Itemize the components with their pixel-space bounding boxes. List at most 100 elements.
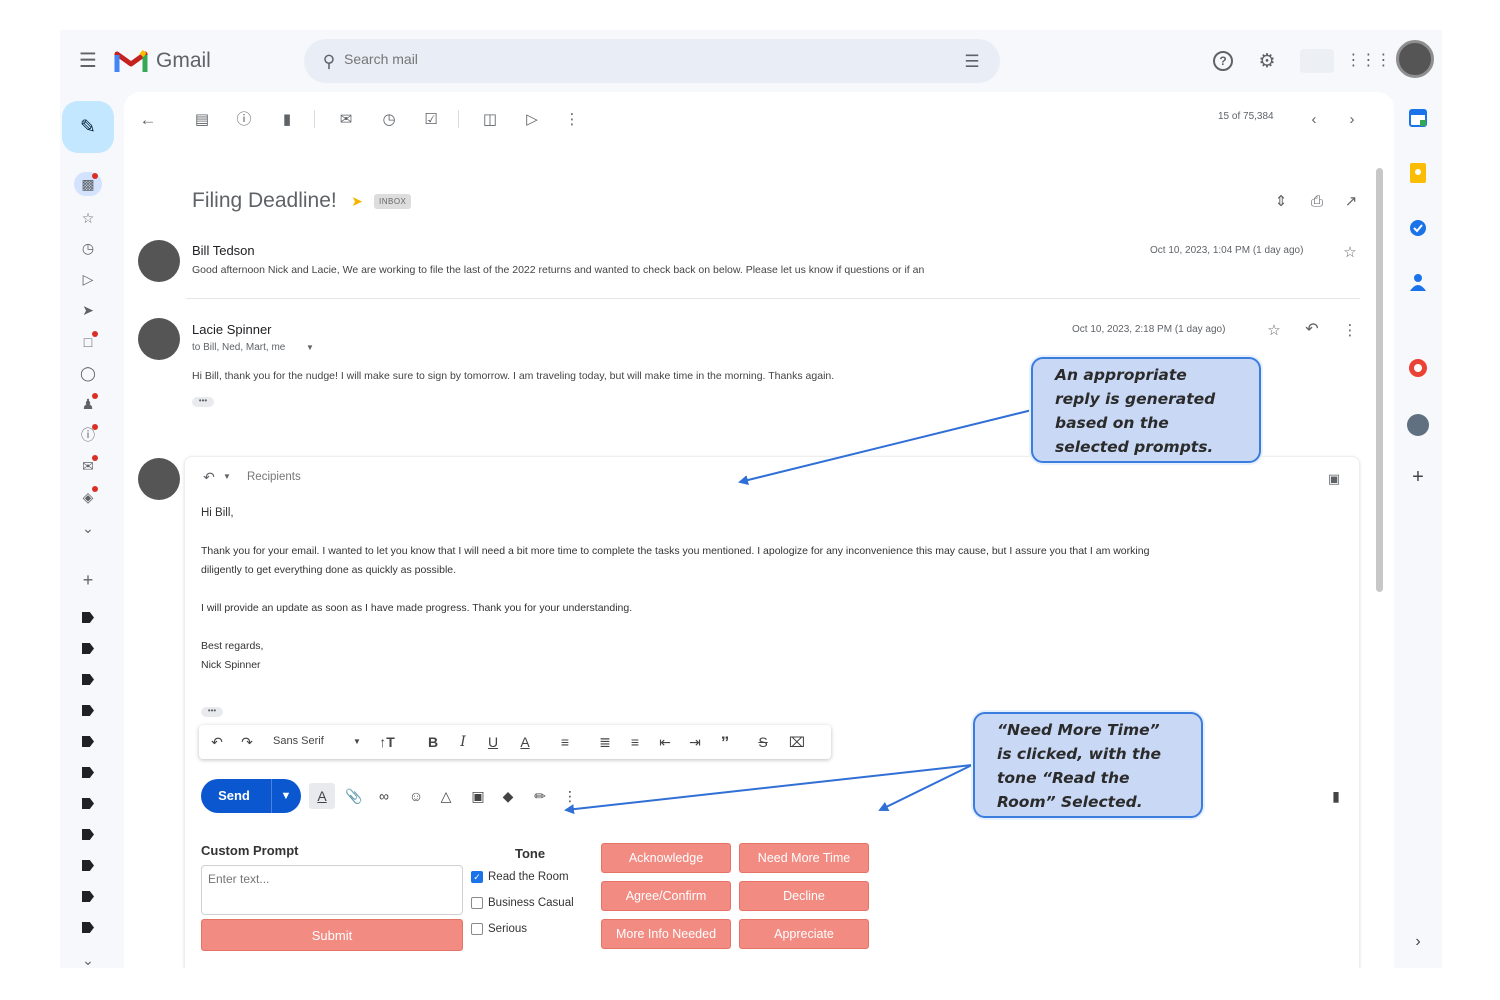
label-tag-icon[interactable]	[82, 612, 94, 623]
gear-icon[interactable]: ⚙	[1253, 47, 1281, 75]
search-icon[interactable]: ⚲	[316, 48, 342, 74]
send-button[interactable]: Send ▼	[201, 779, 301, 813]
add-label-icon[interactable]: +	[74, 568, 102, 592]
back-arrow-icon[interactable]: ←	[134, 105, 162, 133]
help-icon[interactable]: ?	[1213, 51, 1233, 71]
sender-avatar[interactable]	[138, 240, 180, 282]
schedule-send-dropdown-icon[interactable]: ▼	[273, 783, 299, 809]
label-icon[interactable]: ▷	[518, 105, 546, 133]
show-trimmed-content-button[interactable]: •••	[192, 397, 214, 407]
checkbox-icon[interactable]	[471, 923, 483, 935]
checkbox-checked-icon[interactable]: ✓	[471, 871, 483, 883]
open-new-window-icon[interactable]: ↗	[1338, 188, 1364, 214]
add-on-icon[interactable]	[1406, 356, 1430, 380]
show-trimmed-content-button[interactable]: •••	[201, 707, 223, 717]
sender-name[interactable]: Bill Tedson	[192, 243, 255, 258]
custom-prompt-input[interactable]	[201, 865, 463, 915]
keep-icon[interactable]	[1406, 161, 1430, 185]
align-icon[interactable]: ≡	[553, 730, 577, 754]
more-options-icon[interactable]: ⋮	[1338, 318, 1362, 342]
caret-down-icon[interactable]: ▼	[221, 469, 233, 485]
compose-button[interactable]: ✎	[62, 101, 114, 153]
tone-option-serious[interactable]: Serious	[471, 923, 527, 935]
print-icon[interactable]: ⎙	[1304, 188, 1330, 214]
reply-body-line[interactable]: diligently to get everything done as qui…	[201, 564, 456, 576]
add-task-icon[interactable]: ☑	[417, 105, 445, 133]
label-tag-icon[interactable]	[82, 674, 94, 685]
chevron-down-icon[interactable]: ⌄	[74, 948, 102, 968]
more-options-icon[interactable]: ⋮	[557, 783, 583, 809]
label-tag-icon[interactable]	[82, 860, 94, 871]
forums-icon[interactable]: ✉	[74, 454, 102, 478]
drive-icon[interactable]: △	[433, 783, 459, 809]
apps-grid-icon[interactable]: ⋮⋮⋮	[1346, 47, 1392, 75]
pop-out-icon[interactable]: ▣	[1323, 467, 1345, 489]
labels-icon[interactable]: ◯	[74, 361, 102, 385]
reply-type-icon[interactable]: ↶	[199, 467, 219, 487]
acknowledge-button[interactable]: Acknowledge	[601, 843, 731, 873]
signature-icon[interactable]: ✏	[527, 783, 553, 809]
reply-icon[interactable]: ↶	[1300, 318, 1324, 342]
insert-photo-icon[interactable]: ▣	[465, 783, 491, 809]
important-icon[interactable]: ▷	[74, 267, 102, 291]
label-tag-icon[interactable]	[82, 705, 94, 716]
more-options-icon[interactable]: ⋮	[558, 105, 586, 133]
message-snippet[interactable]: Good afternoon Nick and Lacie, We are wo…	[192, 264, 924, 276]
delete-icon[interactable]: ▮	[273, 105, 301, 133]
drafts-icon[interactable]: □	[74, 330, 102, 354]
redo-icon[interactable]: ↷	[235, 730, 259, 754]
strikethrough-icon[interactable]: S	[751, 730, 775, 754]
important-marker-icon[interactable]: ➤	[348, 192, 366, 210]
underline-icon[interactable]: U	[481, 730, 505, 754]
attach-file-icon[interactable]: 📎	[341, 783, 367, 809]
italic-icon[interactable]: I	[451, 730, 475, 754]
account-avatar[interactable]	[1396, 40, 1434, 78]
chevron-right-icon[interactable]: ›	[1338, 105, 1366, 133]
archive-icon[interactable]: ▤	[188, 105, 216, 133]
bulleted-list-icon[interactable]: ≡	[623, 730, 647, 754]
undo-icon[interactable]: ↶	[205, 730, 229, 754]
filter-icon[interactable]: ☰	[958, 48, 986, 74]
reply-greeting[interactable]: Hi Bill,	[201, 507, 234, 519]
appreciate-button[interactable]: Appreciate	[739, 919, 869, 949]
label-tag-icon[interactable]	[82, 643, 94, 654]
formatting-options-icon[interactable]: A	[309, 783, 335, 809]
send-label[interactable]: Send	[201, 779, 267, 813]
sent-icon[interactable]: ➤	[74, 298, 102, 322]
decline-button[interactable]: Decline	[739, 881, 869, 911]
contacts-icon[interactable]	[1406, 270, 1430, 294]
reply-signature[interactable]: Nick Spinner	[201, 659, 261, 671]
inbox-icon[interactable]: ▩	[74, 172, 102, 196]
label-tag-icon[interactable]	[82, 829, 94, 840]
reply-body-line[interactable]: Thank you for your email. I wanted to le…	[201, 545, 1149, 557]
chevron-right-icon[interactable]: ›	[1406, 930, 1430, 954]
indent-more-icon[interactable]: ⇥	[683, 730, 707, 754]
sender-name[interactable]: Lacie Spinner	[192, 322, 272, 337]
chevron-left-icon[interactable]: ‹	[1300, 105, 1328, 133]
add-on-avatar-icon[interactable]	[1406, 413, 1430, 437]
confidential-mode-icon[interactable]: ◆	[495, 783, 521, 809]
more-info-needed-button[interactable]: More Info Needed	[601, 919, 731, 949]
recipients-field[interactable]: Recipients	[247, 471, 301, 483]
caret-down-icon[interactable]: ▼	[345, 730, 369, 754]
tasks-icon[interactable]	[1406, 216, 1430, 240]
star-icon[interactable]: ☆	[1338, 240, 1362, 264]
gmail-logo-icon[interactable]	[114, 46, 148, 76]
sender-avatar[interactable]	[138, 318, 180, 360]
reply-body-line[interactable]: I will provide an update as soon as I ha…	[201, 602, 632, 614]
get-add-ons-icon[interactable]: +	[1406, 465, 1430, 489]
star-icon[interactable]: ☆	[1262, 318, 1286, 342]
label-tag-icon[interactable]	[82, 767, 94, 778]
numbered-list-icon[interactable]: ≣	[593, 730, 617, 754]
label-tag-icon[interactable]	[82, 922, 94, 933]
quote-icon[interactable]: ”	[713, 730, 737, 754]
label-tag-icon[interactable]	[82, 736, 94, 747]
expand-all-icon[interactable]: ⇕	[1268, 188, 1294, 214]
clear-formatting-icon[interactable]: ⌧	[785, 730, 809, 754]
need-more-time-button[interactable]: Need More Time	[739, 843, 869, 873]
starred-icon[interactable]: ☆	[74, 206, 102, 230]
font-family-select[interactable]: Sans Serif	[273, 735, 324, 747]
insert-link-icon[interactable]: ∞	[371, 783, 397, 809]
label-chip[interactable]: INBOX	[374, 194, 412, 209]
submit-button[interactable]: Submit	[201, 919, 463, 951]
